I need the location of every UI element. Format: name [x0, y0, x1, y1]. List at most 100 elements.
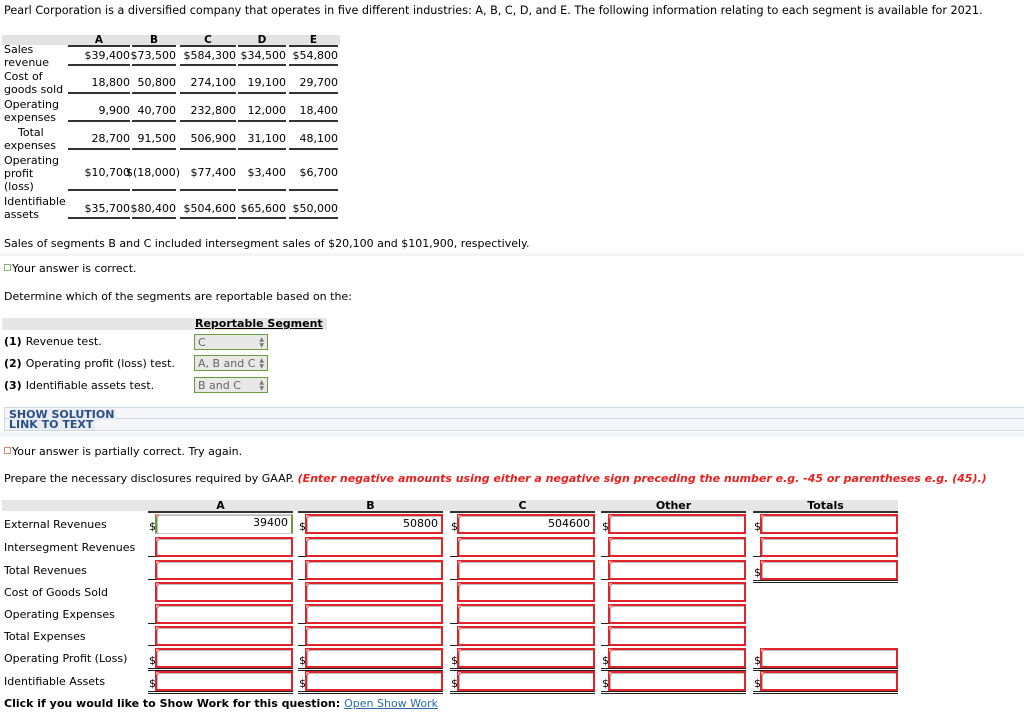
row-label: Intersegment Revenues	[4, 541, 136, 554]
table-cell: 50,800	[137, 76, 177, 89]
amount-input-b[interactable]: 50800	[305, 514, 443, 534]
underline	[298, 645, 306, 646]
double-underline	[450, 691, 595, 694]
amount-input-other[interactable]	[608, 604, 746, 624]
table-underline	[289, 148, 338, 150]
amount-input-a[interactable]	[155, 626, 293, 646]
table-underline	[68, 217, 130, 219]
table-underline	[68, 148, 130, 150]
col-header-totals: Totals	[753, 500, 898, 513]
table-underline	[238, 189, 286, 191]
amount-input-b[interactable]	[305, 648, 443, 668]
amount-input-totals[interactable]	[760, 560, 898, 580]
amount-input-other[interactable]	[608, 560, 746, 580]
test-label: Revenue test.	[25, 335, 102, 348]
selected-value: B and C	[198, 379, 241, 392]
amount-input-other[interactable]	[608, 671, 746, 691]
table-underline	[132, 148, 176, 150]
select-arrows-icon: ▲ ▼	[259, 379, 264, 392]
table-cell: 91,500	[137, 132, 177, 145]
amount-input-c[interactable]	[457, 671, 595, 691]
operating-profit-test-select[interactable]: A, B and C ▲ ▼	[194, 355, 268, 371]
amount-input-other[interactable]	[608, 514, 746, 534]
table-cell: 18,800	[91, 76, 131, 89]
feedback-correct-text: Your answer is correct.	[12, 262, 137, 275]
underline	[601, 623, 609, 624]
table-underline	[238, 64, 286, 66]
col-header-e: E	[289, 35, 338, 47]
show-work-row: Click if you would like to Show Work for…	[4, 697, 438, 710]
revenue-test-select[interactable]: C ▲ ▼	[194, 334, 268, 350]
table-cell: 31,100	[247, 132, 287, 145]
col-header-d: D	[238, 35, 286, 47]
negative-amount-instruction: (Enter negative amounts using either a n…	[297, 472, 987, 485]
amount-input-a[interactable]	[155, 537, 293, 557]
amount-input-b[interactable]	[305, 560, 443, 580]
row-label: External Revenues	[4, 518, 107, 531]
link-to-text-link[interactable]: LINK TO TEXT	[9, 419, 96, 430]
table-cell: $54,800	[292, 49, 339, 62]
underline	[148, 579, 156, 580]
amount-input-other[interactable]	[608, 626, 746, 646]
amount-input-b[interactable]	[305, 626, 443, 646]
amount-input-a[interactable]	[155, 560, 293, 580]
amount-input-b[interactable]	[305, 537, 443, 557]
table-underline	[180, 120, 236, 122]
underline	[298, 623, 306, 624]
disclosure-prompt: Prepare the necessary disclosures requir…	[4, 472, 987, 485]
amount-input-a[interactable]: 39400	[155, 514, 293, 534]
col-header-other: Other	[601, 500, 746, 513]
underline	[450, 645, 458, 646]
table-underline	[132, 217, 176, 219]
amount-input-other[interactable]	[608, 537, 746, 557]
amount-input-c[interactable]	[457, 648, 595, 668]
test-number: (1)	[4, 335, 22, 348]
underline	[450, 623, 458, 624]
double-underline	[298, 691, 443, 694]
amount-input-totals[interactable]	[760, 648, 898, 668]
underline	[298, 556, 306, 557]
underline	[450, 579, 458, 580]
amount-input-c[interactable]	[457, 560, 595, 580]
amount-input-a[interactable]	[155, 671, 293, 691]
table-underline	[289, 217, 338, 219]
row-label-sales-revenue: Sales revenue	[4, 43, 50, 69]
disclosure-prompt-text: Prepare the necessary disclosures requir…	[4, 472, 295, 485]
underline	[450, 556, 458, 557]
amount-input-c[interactable]	[457, 582, 595, 602]
table-cell: $6,700	[299, 166, 339, 179]
open-show-work-link[interactable]: Open Show Work	[344, 697, 438, 710]
table-cell: 18,400	[299, 104, 339, 117]
amount-input-a[interactable]	[155, 648, 293, 668]
table-cell: $3,400	[247, 166, 287, 179]
amount-input-other[interactable]	[608, 582, 746, 602]
amount-input-totals[interactable]	[760, 514, 898, 534]
col-header-c: C	[450, 500, 595, 513]
table-underline	[68, 92, 130, 94]
amount-input-b[interactable]	[305, 671, 443, 691]
underline	[148, 556, 156, 557]
table-cell: 19,100	[247, 76, 287, 89]
amount-input-totals[interactable]	[760, 671, 898, 691]
table-cell: $35,700	[84, 202, 131, 215]
row-label-cogs: Cost of goods sold	[4, 70, 64, 96]
amount-input-a[interactable]	[155, 582, 293, 602]
amount-input-c[interactable]	[457, 626, 595, 646]
selected-value: C	[198, 336, 206, 349]
amount-input-c[interactable]: 504600	[457, 514, 595, 534]
amount-input-c[interactable]	[457, 604, 595, 624]
amount-input-other[interactable]	[608, 648, 746, 668]
identifiable-assets-test-select[interactable]: B and C ▲ ▼	[194, 377, 268, 393]
amount-input-c[interactable]	[457, 537, 595, 557]
amount-input-totals[interactable]	[760, 537, 898, 557]
amount-input-a[interactable]	[155, 604, 293, 624]
table-cell: $(18,000)	[126, 166, 181, 179]
underline	[298, 579, 306, 580]
problem-intro: Pearl Corporation is a diversified compa…	[4, 4, 983, 17]
amount-input-b[interactable]	[305, 582, 443, 602]
amount-input-b[interactable]	[305, 604, 443, 624]
table-underline	[180, 189, 236, 191]
table-underline	[238, 92, 286, 94]
feedback-partial: Your answer is partially correct. Try ag…	[4, 445, 242, 458]
table-underline	[289, 189, 338, 191]
